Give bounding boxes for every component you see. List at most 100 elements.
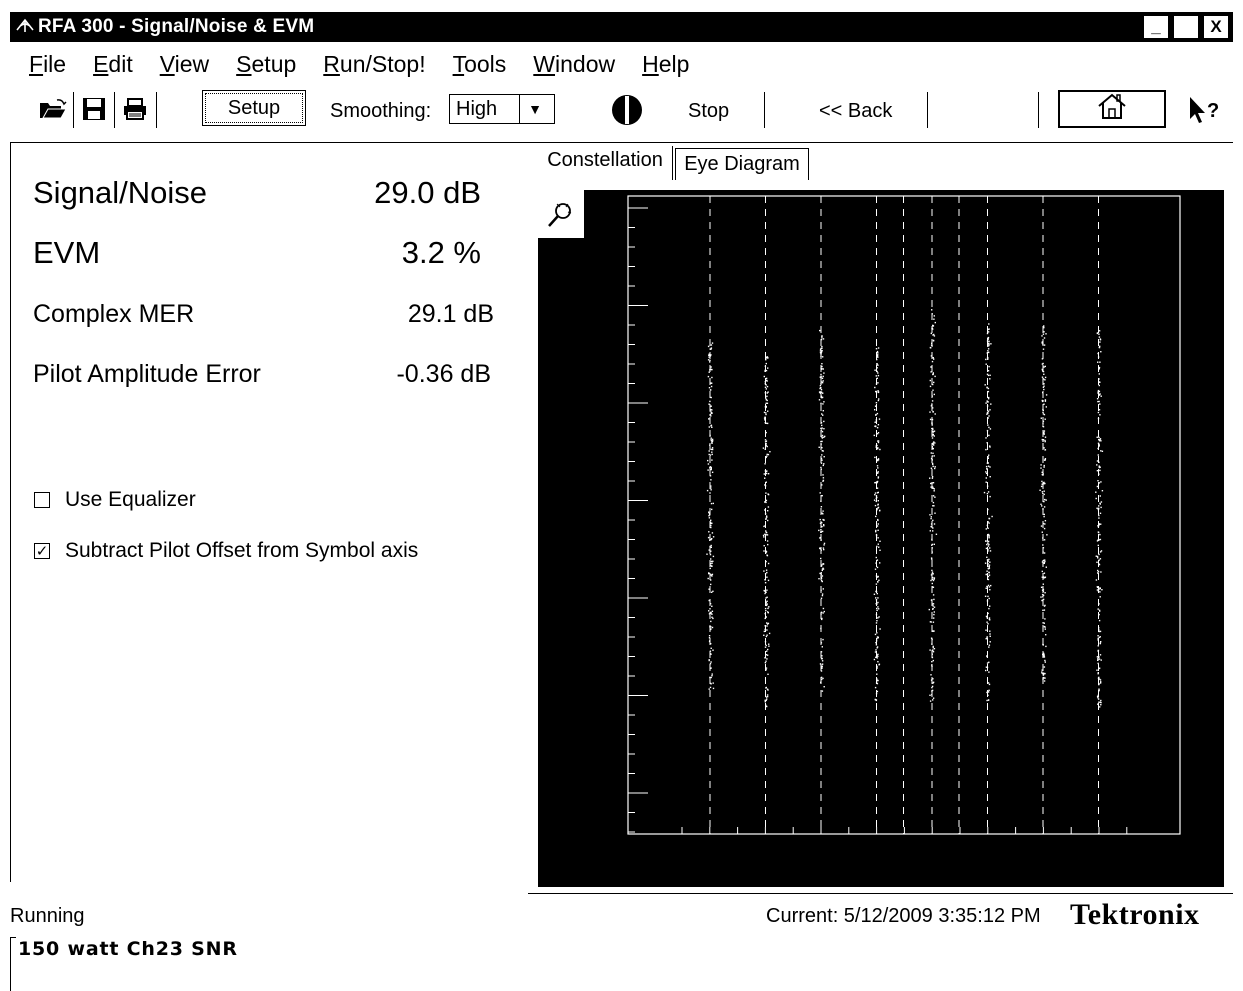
constellation-point [876,377,878,379]
minimize-button[interactable]: _ [1143,15,1169,39]
help-cursor-icon[interactable]: ? [1183,92,1227,128]
constellation-point [1099,338,1102,340]
stop-button[interactable]: Stop [688,100,729,123]
constellation-point [934,512,936,514]
constellation-point [708,426,710,428]
constellation-point [822,474,824,476]
constellation-point [875,390,877,393]
constellation-point [1099,610,1101,612]
constellation-point [983,491,986,494]
constellation-point [1099,403,1101,405]
smoothing-select[interactable]: High ▼ [449,94,555,124]
printer-icon[interactable] [118,92,152,126]
constellation-point [1041,593,1044,596]
menu-file[interactable]: File [29,51,66,78]
constellation-point [822,547,825,549]
constellation-point [932,372,934,374]
use-equalizer-option[interactable]: Use Equalizer [34,488,196,512]
constellation-point [988,517,991,520]
constellation-point [933,490,935,492]
constellation-point [765,569,768,571]
constellation-point [1097,586,1099,589]
constellation-point [821,663,824,665]
menu-edit[interactable]: Edit [93,51,133,78]
constellation-point [711,508,713,511]
chevron-down-icon[interactable]: ▼ [519,95,550,123]
constellation-point [988,351,990,354]
magnifier-icon[interactable] [545,200,575,237]
constellation-point [821,454,823,456]
use-equalizer-checkbox[interactable] [34,492,50,508]
constellation-point [764,646,767,648]
menu-setup[interactable]: Setup [236,51,296,78]
constellation-point [875,444,878,447]
close-button[interactable]: X [1203,15,1229,39]
constellation-point [710,485,712,487]
constellation-plot[interactable] [538,190,1224,887]
subtract-pilot-checkbox[interactable]: ✓ [34,543,50,559]
constellation-point [711,453,713,456]
menu-run-stop[interactable]: Run/Stop! [323,51,425,78]
tab-eye-diagram[interactable]: Eye Diagram [675,148,809,180]
constellation-point [821,569,823,572]
constellation-point [708,637,711,639]
footer-border [10,937,11,991]
floppy-disk-icon[interactable] [77,92,111,126]
run-stop-icon[interactable] [607,90,647,130]
constellation-point [1043,493,1045,496]
setup-button[interactable]: Setup [202,90,306,126]
menu-window[interactable]: Window [533,51,615,78]
constellation-point [822,464,824,467]
constellation-point [1042,508,1044,510]
constellation-point [711,532,714,534]
constellation-point [1044,672,1046,675]
constellation-point [1097,637,1099,640]
constellation-point [877,506,880,509]
constellation-point [707,469,709,471]
constellation-point [823,401,825,403]
subtract-pilot-option[interactable]: ✓ Subtract Pilot Offset from Symbol axis [34,539,418,563]
constellation-point [986,621,988,623]
constellation-point [822,375,824,378]
constellation-point [986,559,989,561]
constellation-point [874,504,877,507]
constellation-point [1097,649,1100,652]
constellation-point [929,385,932,388]
constellation-point [932,357,934,359]
constellation-point [1097,480,1099,482]
back-button[interactable]: << Back [819,100,892,123]
constellation-point [822,410,824,412]
title-bar[interactable]: RFA 300 - Signal/Noise & EVM _ X [10,12,1233,42]
constellation-point [763,570,765,572]
menu-tools[interactable]: Tools [453,51,507,78]
constellation-point [820,427,822,430]
constellation-point [876,433,879,435]
constellation-point [819,547,821,549]
constellation-point [710,560,713,563]
menu-help[interactable]: Help [642,51,689,78]
menu-view[interactable]: View [160,51,209,78]
constellation-point [766,658,768,660]
constellation-point [767,673,769,675]
constellation-point [708,613,711,615]
folder-open-icon[interactable] [36,92,70,126]
evm-label: EVM [33,235,101,270]
constellation-point [877,390,879,392]
constellation-point [1039,489,1041,491]
constellation-point [764,365,767,367]
constellation-point [1097,659,1099,661]
constellation-point [821,618,823,621]
home-button[interactable] [1058,90,1166,128]
constellation-point [822,513,824,515]
constellation-point [931,664,933,666]
tab-constellation[interactable]: Constellation [538,144,672,176]
constellation-point [1095,579,1098,581]
restore-button[interactable] [1173,15,1199,39]
constellation-point [985,437,987,439]
constellation-point [1043,561,1046,564]
constellation-point [709,667,711,670]
constellation-point [930,467,933,469]
constellation-point [820,676,823,679]
constellation-point [711,438,714,441]
constellation-point [821,495,823,497]
